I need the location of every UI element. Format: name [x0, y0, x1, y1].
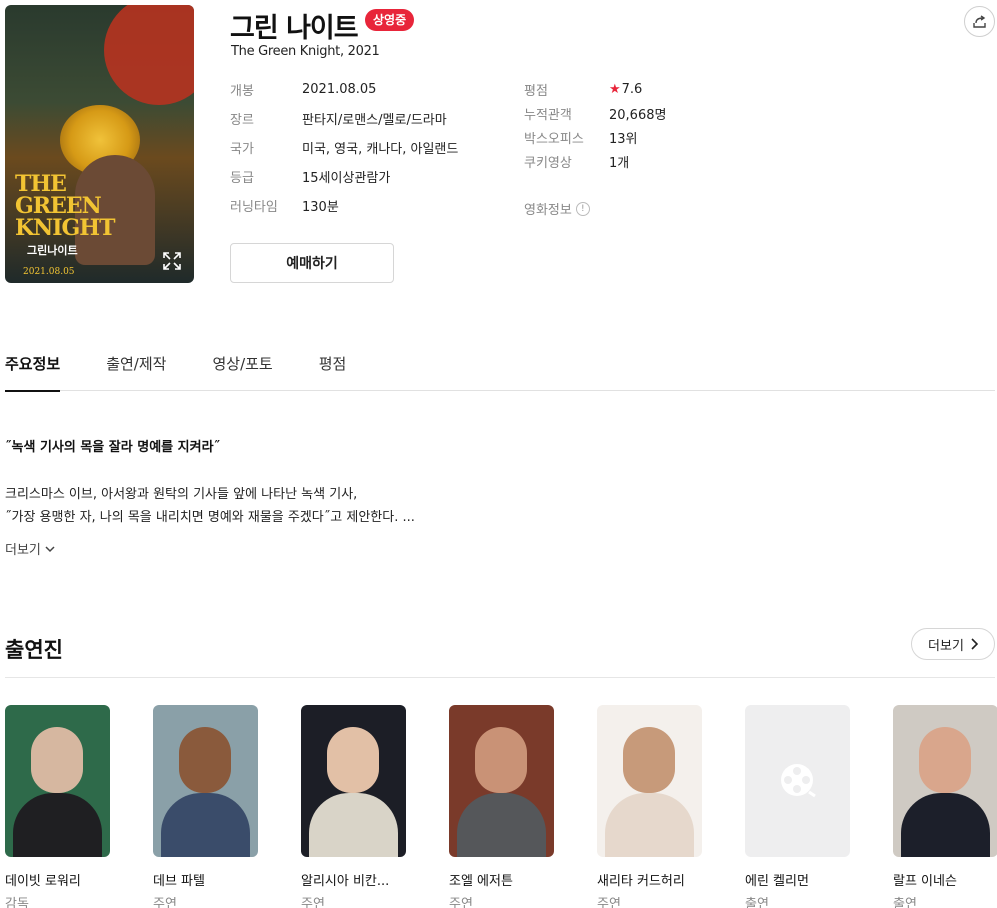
info-row-cookie: 쿠키영상 1개 [524, 149, 666, 173]
tagline: ˝녹색 기사의 목을 잘라 명예를 지켜라˝ [5, 440, 221, 455]
cast-role: 출연 [893, 897, 917, 908]
chevron-down-icon [45, 545, 55, 552]
info-value: 13위 [609, 131, 638, 147]
info-icon[interactable]: ! [575, 201, 590, 216]
movie-info-right: 평점 ★7.6 누적관객 20,668명 박스오피스 13위 쿠키영상 1개 [524, 77, 666, 173]
info-value: 20,668명 [609, 107, 667, 123]
cast-role: 주연 [597, 897, 621, 908]
cast-name[interactable]: 데브 파텔 [153, 870, 258, 889]
share-button[interactable] [964, 6, 995, 37]
score-value: 7.6 [621, 81, 643, 97]
more-label: 더보기 [928, 638, 964, 654]
info-key: 개봉 [230, 84, 254, 99]
cast-photo[interactable] [301, 705, 406, 857]
book-button[interactable]: 예매하기 [230, 243, 394, 283]
info-row-boxoffice: 박스오피스 13위 [524, 125, 666, 149]
cast-role: 주연 [301, 897, 325, 908]
poster-date: 2021.08.05 [23, 267, 75, 277]
poster-title: THE GREEN KNIGHT [15, 171, 115, 241]
cast-member[interactable]: 조엘 에저튼 주연 [449, 705, 554, 908]
tab-cast-crew[interactable]: 출연/제작 [106, 345, 166, 391]
movie-info-label: 영화정보 [524, 203, 572, 218]
cast-section-title: 출연진 [5, 638, 63, 662]
info-value: 1개 [609, 155, 630, 171]
cast-role: 주연 [153, 897, 177, 908]
info-row-score: 평점 ★7.6 [524, 77, 666, 101]
cast-name[interactable]: 에린 켈리먼 [745, 870, 850, 889]
cast-role: 주연 [449, 897, 473, 908]
cast-member[interactable]: 랄프 이네슨 출연 [893, 705, 997, 908]
info-key: 박스오피스 [524, 131, 584, 147]
synopsis-more-button[interactable]: 더보기 [5, 539, 55, 558]
movie-poster[interactable]: THE GREEN KNIGHT 그린나이트 2021.08.05 [5, 5, 194, 283]
info-value: 130분 [302, 200, 339, 215]
info-key: 등급 [230, 171, 254, 186]
info-value: 미국, 영국, 캐나다, 아일랜드 [302, 142, 459, 157]
info-value: 판타지/로맨스/멜로/드라마 [302, 113, 447, 128]
synopsis: 크리스마스 이브, 아서왕과 원탁의 기사들 앞에 나타난 녹색 기사, ˝가장… [5, 483, 415, 529]
cast-photo[interactable] [893, 705, 997, 857]
cast-name[interactable]: 조엘 에저튼 [449, 870, 554, 889]
chevron-right-icon [971, 638, 978, 650]
info-key: 쿠키영상 [524, 155, 572, 171]
info-key: 장르 [230, 113, 254, 128]
cast-member[interactable]: 데브 파텔 주연 [153, 705, 258, 908]
tab-reviews[interactable]: 평점 [319, 345, 347, 391]
cast-photo[interactable] [153, 705, 258, 857]
cast-name[interactable]: 알리시아 비칸... [301, 870, 406, 889]
film-reel-icon [780, 764, 816, 798]
more-label: 더보기 [5, 543, 41, 558]
star-icon: ★ [609, 81, 621, 97]
cast-name[interactable]: 데이빗 로워리 [5, 870, 110, 889]
info-value: 15세이상관람가 [302, 171, 391, 186]
expand-icon[interactable] [162, 251, 182, 271]
cast-photo[interactable] [597, 705, 702, 857]
movie-info-link[interactable]: 영화정보 ! [524, 199, 590, 218]
info-key: 러닝타임 [230, 200, 278, 215]
movie-subtitle: The Green Knight, 2021 [231, 44, 380, 59]
info-row-audience: 누적관객 20,668명 [524, 101, 666, 125]
movie-title: 그린 나이트 [230, 13, 359, 44]
synopsis-line: ˝가장 용맹한 자, 나의 목을 내리치면 명예와 재물을 주겠다˝고 제안한다… [5, 510, 415, 525]
synopsis-line: 크리스마스 이브, 아서왕과 원탁의 기사들 앞에 나타난 녹색 기사, [5, 487, 358, 502]
cast-photo-placeholder[interactable] [745, 705, 850, 857]
info-key: 평점 [524, 83, 548, 99]
info-row-genre: 장르 판타지/로맨스/멜로/드라마 [230, 104, 458, 133]
tab-video-photo[interactable]: 영상/포토 [212, 345, 272, 391]
cast-member[interactable]: 에린 켈리먼 출연 [745, 705, 850, 908]
tab-bar: 주요정보 출연/제작 영상/포토 평점 [5, 345, 995, 392]
divider [5, 677, 995, 678]
share-icon [972, 14, 986, 28]
cast-name[interactable]: 랄프 이네슨 [893, 870, 997, 889]
cast-photo[interactable] [449, 705, 554, 857]
info-row-rating-class: 등급 15세이상관람가 [230, 162, 458, 191]
info-key: 누적관객 [524, 107, 572, 123]
poster-subtitle: 그린나이트 [27, 244, 78, 257]
cast-member[interactable]: 알리시아 비칸... 주연 [301, 705, 406, 908]
info-row-runtime: 러닝타임 130분 [230, 191, 458, 220]
tab-main-info[interactable]: 주요정보 [5, 345, 61, 392]
info-value: 2021.08.05 [302, 82, 377, 97]
status-badge: 상영중 [365, 9, 415, 31]
cast-list: 데이빗 로워리 감독 데브 파텔 주연 알리시아 비칸... 주연 조엘 에저튼… [5, 705, 997, 908]
poster-art [104, 5, 194, 105]
cast-role: 감독 [5, 897, 29, 908]
cast-photo[interactable] [5, 705, 110, 857]
movie-info-left: 개봉 2021.08.05 장르 판타지/로맨스/멜로/드라마 국가 미국, 영… [230, 75, 458, 220]
cast-role: 출연 [745, 897, 769, 908]
cast-member[interactable]: 새리타 커드허리 주연 [597, 705, 702, 908]
info-key: 국가 [230, 142, 254, 157]
cast-more-button[interactable]: 더보기 [911, 628, 995, 660]
info-row-country: 국가 미국, 영국, 캐나다, 아일랜드 [230, 133, 458, 162]
cast-name[interactable]: 새리타 커드허리 [597, 870, 702, 889]
info-row-release: 개봉 2021.08.05 [230, 75, 458, 104]
cast-member[interactable]: 데이빗 로워리 감독 [5, 705, 110, 908]
